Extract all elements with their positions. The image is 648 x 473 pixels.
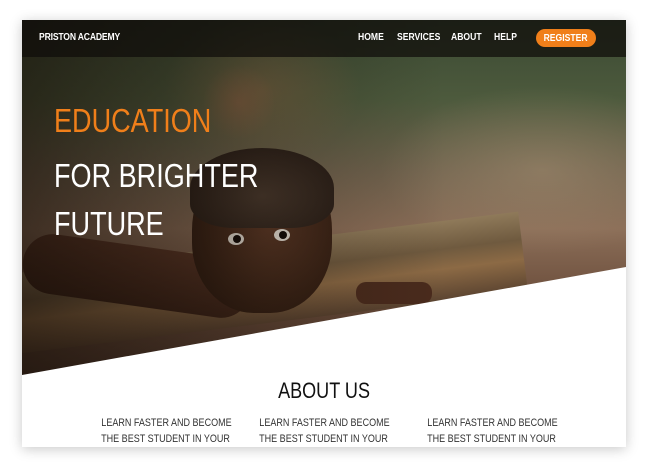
nav-link-services[interactable]: SERVICES xyxy=(397,32,440,43)
hero-headline-line2: FOR BRIGHTER xyxy=(54,157,259,194)
hero-headline-accent: EDUCATION xyxy=(54,102,212,139)
brand-logo-text[interactable]: PRISTON ACADEMY xyxy=(39,32,120,43)
about-column-3: LEARN FASTER AND BECOME THE BEST STUDENT… xyxy=(407,415,577,447)
register-button-label: REGISTER xyxy=(544,32,588,44)
about-column-3-line1: LEARN FASTER AND BECOME xyxy=(426,417,558,429)
about-title-text: ABOUT US xyxy=(278,378,370,403)
nav-link-home[interactable]: HOME xyxy=(358,32,384,43)
about-column-1: LEARN FASTER AND BECOME THE BEST STUDENT… xyxy=(81,415,251,447)
hero-headline-line3: FUTURE xyxy=(54,205,164,242)
top-navigation-bar: PRISTON ACADEMY HOME SERVICES ABOUT HELP… xyxy=(22,20,626,57)
about-section-title: ABOUT US xyxy=(22,378,626,404)
hero-section: EDUCATION FOR BRIGHTER FUTURE xyxy=(22,20,626,380)
nav-link-help[interactable]: HELP xyxy=(494,32,517,43)
about-column-1-line1: LEARN FASTER AND BECOME xyxy=(100,417,232,429)
about-column-3-line2: THE BEST STUDENT IN YOUR xyxy=(427,433,557,445)
nav-link-about[interactable]: ABOUT xyxy=(451,32,482,43)
about-column-2: LEARN FASTER AND BECOME THE BEST STUDENT… xyxy=(239,415,409,447)
about-column-2-line2: THE BEST STUDENT IN YOUR xyxy=(259,433,389,445)
about-column-1-line2: THE BEST STUDENT IN YOUR xyxy=(101,433,231,445)
about-column-2-line1: LEARN FASTER AND BECOME xyxy=(258,417,390,429)
website-frame: EDUCATION FOR BRIGHTER FUTURE PRISTON AC… xyxy=(22,20,626,447)
register-button[interactable]: REGISTER xyxy=(536,29,596,47)
